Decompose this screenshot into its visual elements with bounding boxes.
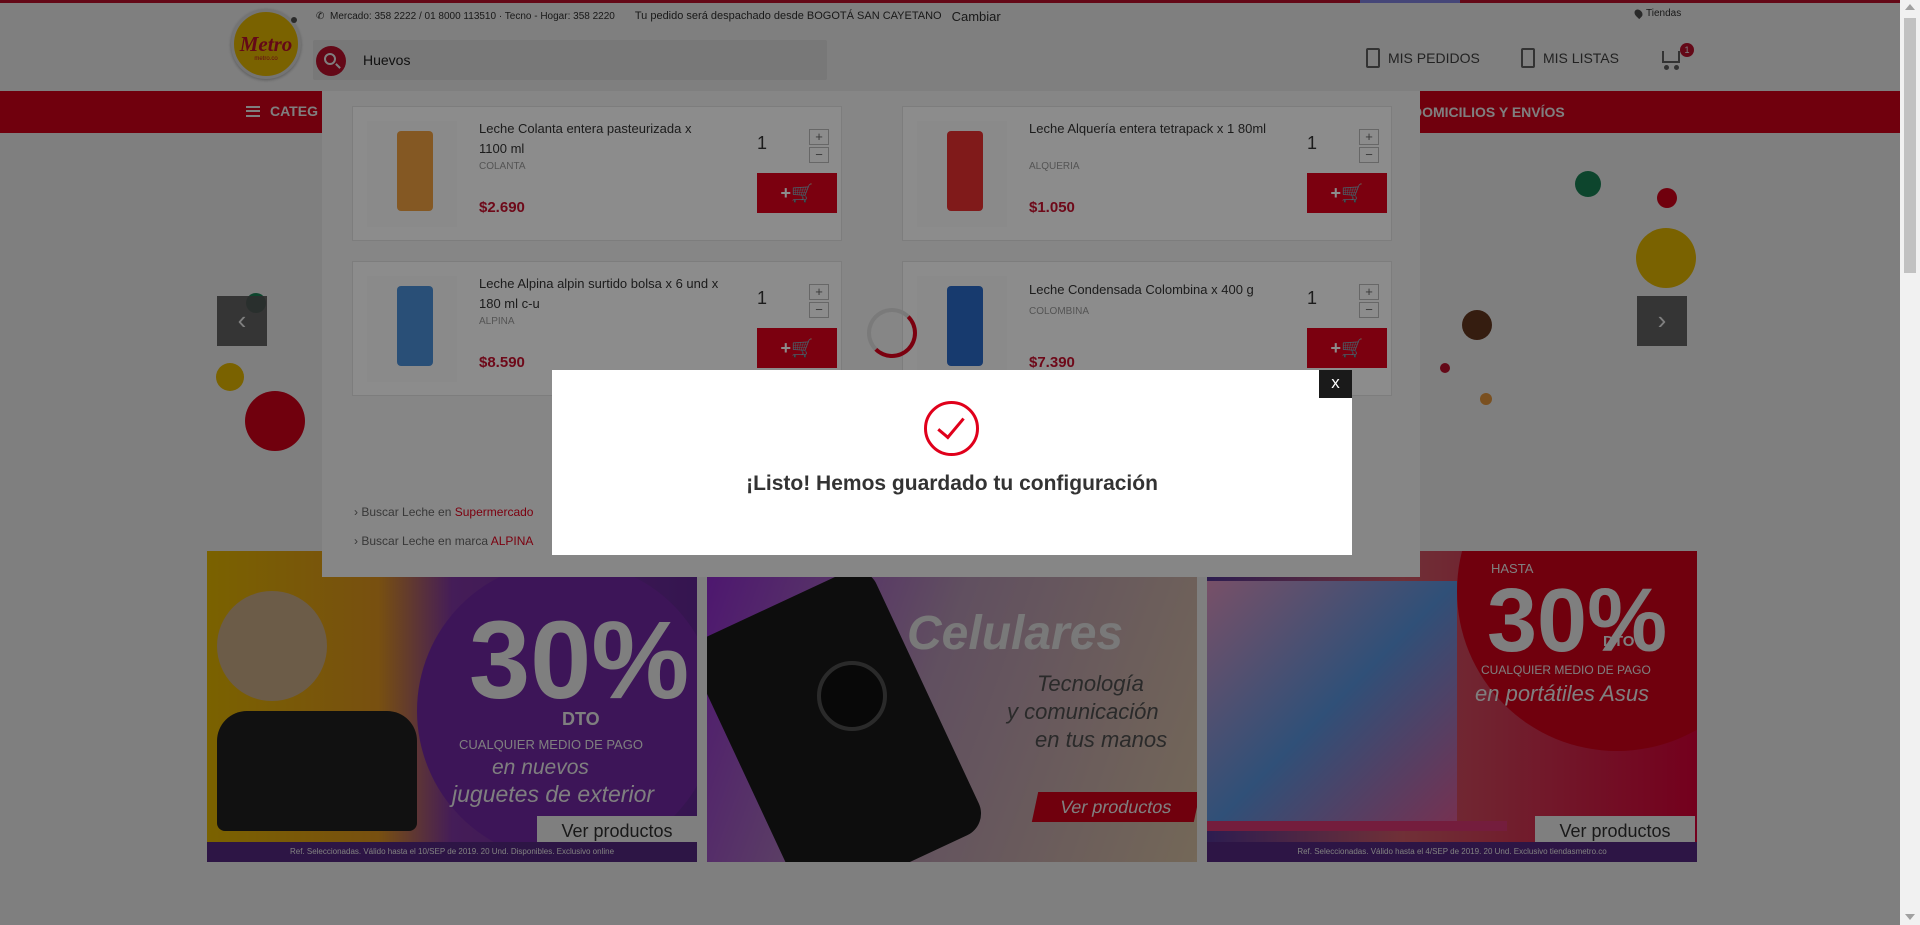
scroll-thumb[interactable] [1904, 18, 1916, 273]
quantity-value[interactable]: 1 [757, 133, 767, 154]
cart-icon: 🛒 [1341, 183, 1364, 203]
quantity-increase-button[interactable]: + [1359, 129, 1379, 145]
check-circle-icon [924, 401, 979, 456]
modal-message: ¡Listo! Hemos guardado tu configuración [746, 472, 1158, 495]
add-to-cart-button[interactable]: +🛒 [1307, 328, 1387, 368]
product-name: Leche Colanta entera pasteurizada x 1100… [479, 121, 692, 156]
add-to-cart-button[interactable]: +🛒 [757, 328, 837, 368]
confirmation-modal: x ¡Listo! Hemos guardado tu configuració… [552, 370, 1352, 555]
product-image [917, 121, 1007, 227]
product-price: $7.390 [1029, 354, 1075, 371]
search-suggestion[interactable]: › Buscar Leche en marca ALPINA [354, 534, 533, 548]
product-price: $2.690 [479, 199, 525, 216]
product-brand: COLOMBINA [1029, 306, 1090, 317]
add-to-cart-button[interactable]: +🛒 [1307, 173, 1387, 213]
scroll-up-icon[interactable] [1905, 4, 1915, 10]
product-brand: COLANTA [479, 161, 526, 172]
cart-icon: 🛒 [791, 183, 814, 203]
quantity-decrease-button[interactable]: − [1359, 147, 1379, 163]
cart-icon: 🛒 [791, 338, 814, 358]
product-price: $1.050 [1029, 199, 1075, 216]
product-price: $8.590 [479, 354, 525, 371]
product-name: Leche Alquería entera tetrapack x 1 80ml [1029, 121, 1267, 136]
modal-close-button[interactable]: x [1319, 370, 1352, 398]
quantity-increase-button[interactable]: + [809, 284, 829, 300]
cart-icon: 🛒 [1341, 338, 1364, 358]
quantity-decrease-button[interactable]: − [809, 147, 829, 163]
quantity-increase-button[interactable]: + [1359, 284, 1379, 300]
page-scrollbar[interactable] [1900, 0, 1920, 925]
search-suggestion[interactable]: › Buscar Leche en Supermercado [354, 505, 533, 519]
quantity-decrease-button[interactable]: − [809, 302, 829, 318]
product-name: Leche Condensada Colombina x 400 g [1029, 282, 1254, 297]
product-image [917, 276, 1007, 382]
product-image [367, 121, 457, 227]
quantity-value[interactable]: 1 [757, 288, 767, 309]
product-name: Leche Alpina alpin surtido bolsa x 6 und… [479, 276, 719, 311]
quantity-value[interactable]: 1 [1307, 288, 1317, 309]
product-brand: ALQUERIA [1029, 161, 1080, 172]
product-card[interactable]: Leche Colanta entera pasteurizada x 1100… [352, 106, 842, 241]
quantity-value[interactable]: 1 [1307, 133, 1317, 154]
product-image [367, 276, 457, 382]
scroll-down-icon[interactable] [1905, 914, 1915, 920]
quantity-increase-button[interactable]: + [809, 129, 829, 145]
product-brand: ALPINA [479, 316, 515, 327]
add-to-cart-button[interactable]: +🛒 [757, 173, 837, 213]
quantity-decrease-button[interactable]: − [1359, 302, 1379, 318]
loading-spinner [867, 308, 917, 358]
product-card[interactable]: Leche Alquería entera tetrapack x 1 80ml… [902, 106, 1392, 241]
